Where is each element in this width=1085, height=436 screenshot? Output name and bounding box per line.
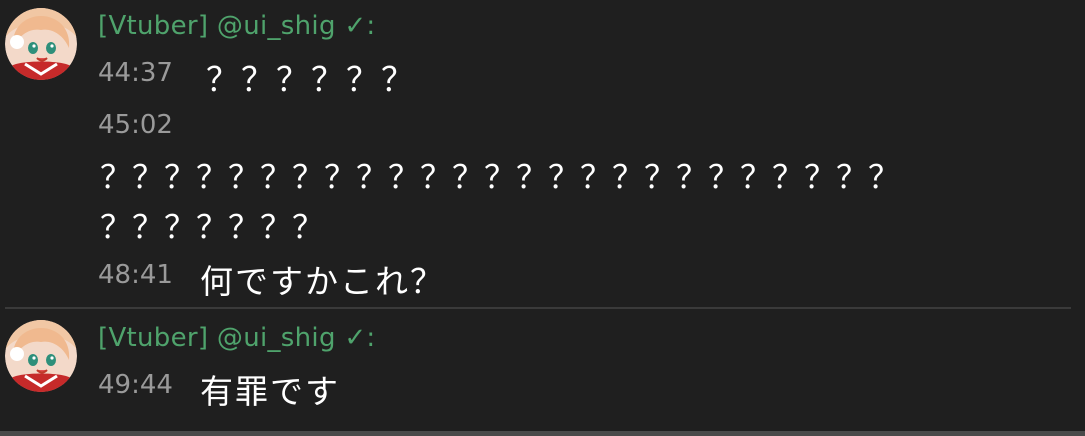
author-name[interactable]: [Vtuber] @ui_shig ✓: <box>98 323 375 353</box>
message-text-continued: ？？？？？？？ <box>100 208 325 246</box>
message-text: ？？？？？？？？？？？？？？？？？？？？？？？？？ <box>100 158 901 196</box>
author-name[interactable]: [Vtuber] @ui_shig ✓: <box>98 11 375 41</box>
bottom-border <box>0 431 1085 436</box>
chat-log: [Vtuber] @ui_shig ✓: 44:37 ？？？？？？ 45:02 … <box>0 0 1085 436</box>
message-text: 有罪です <box>200 372 340 411</box>
message-text: 何ですかこれ？ <box>200 262 445 301</box>
anime-girl-avatar-icon <box>5 320 77 392</box>
anime-girl-avatar-icon <box>5 8 77 80</box>
message-divider <box>5 307 1071 309</box>
timestamp: 44:37 <box>98 58 173 88</box>
avatar[interactable] <box>5 8 77 80</box>
avatar[interactable] <box>5 320 77 392</box>
chat-message-group: [Vtuber] @ui_shig ✓: 44:37 ？？？？？？ 45:02 … <box>0 0 1085 306</box>
timestamp: 48:41 <box>98 260 173 290</box>
message-text: ？？？？？？ <box>206 60 416 99</box>
timestamp: 49:44 <box>98 370 173 400</box>
timestamp: 45:02 <box>98 110 173 140</box>
chat-message-group: [Vtuber] @ui_shig ✓: 49:44 有罪です <box>0 310 1085 428</box>
